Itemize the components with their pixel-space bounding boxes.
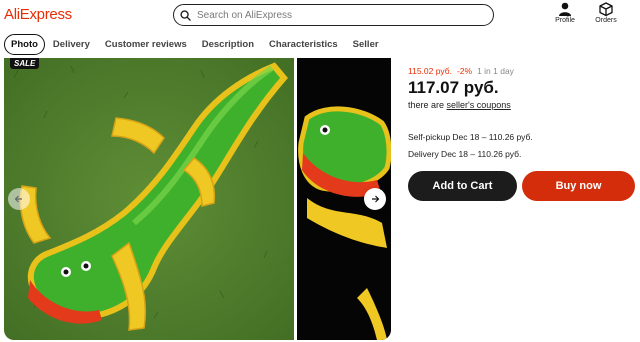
discount-badge: -2% [456,66,473,76]
profile-button[interactable]: Profile [547,2,583,28]
box-icon [599,2,613,16]
sold-count: 1 in 1 day [477,66,514,76]
aliexpress-logo[interactable]: AliExpress [4,6,72,23]
crocodile-photo [4,58,294,340]
search-input[interactable] [197,9,477,21]
sale-badge: SALE [10,58,40,69]
self-pickup-info: Self-pickup Dec 18 – 110.26 руб. [408,132,533,142]
tab-characteristics[interactable]: Characteristics [269,39,338,50]
product-tabs: Photo Delivery Customer reviews Descript… [4,33,394,55]
product-image-main[interactable]: SALE [4,58,294,340]
arrow-right-icon [372,195,380,203]
header: AliExpress Profile Orders [0,0,640,30]
current-price: 117.07 руб. [408,78,499,97]
user-icon [559,2,571,16]
coupon-prefix: there are [408,100,445,110]
seller-coupons-link[interactable]: seller's coupons [447,100,511,110]
search-icon [180,9,191,21]
old-price: 115.02 руб. [408,66,452,76]
tab-delivery[interactable]: Delivery [53,39,90,50]
profile-label: Profile [555,17,575,24]
tab-customer-reviews[interactable]: Customer reviews [105,39,187,50]
product-info: 115.02 руб. -2% 1 in 1 day 117.07 руб. t… [408,66,636,159]
old-price-line: 115.02 руб. -2% 1 in 1 day [408,66,636,76]
arrow-left-icon [14,195,22,203]
orders-label: Orders [595,17,617,24]
tab-photo[interactable]: Photo [4,33,45,55]
delivery-info: Delivery Dec 18 – 110.26 руб. [408,149,522,159]
product-gallery[interactable]: SALE [4,58,391,340]
tab-description[interactable]: Description [202,39,254,50]
gallery-prev-button[interactable] [8,188,30,210]
search-bar[interactable] [173,4,494,26]
purchase-actions: Add to Cart Buy now [408,171,635,201]
gallery-next-button[interactable] [364,188,386,210]
coupon-line: there are seller's coupons [408,100,636,110]
orders-button[interactable]: Orders [588,2,624,28]
tab-seller[interactable]: Seller [353,39,379,50]
buy-now-button[interactable]: Buy now [522,171,635,201]
add-to-cart-button[interactable]: Add to Cart [408,171,517,201]
